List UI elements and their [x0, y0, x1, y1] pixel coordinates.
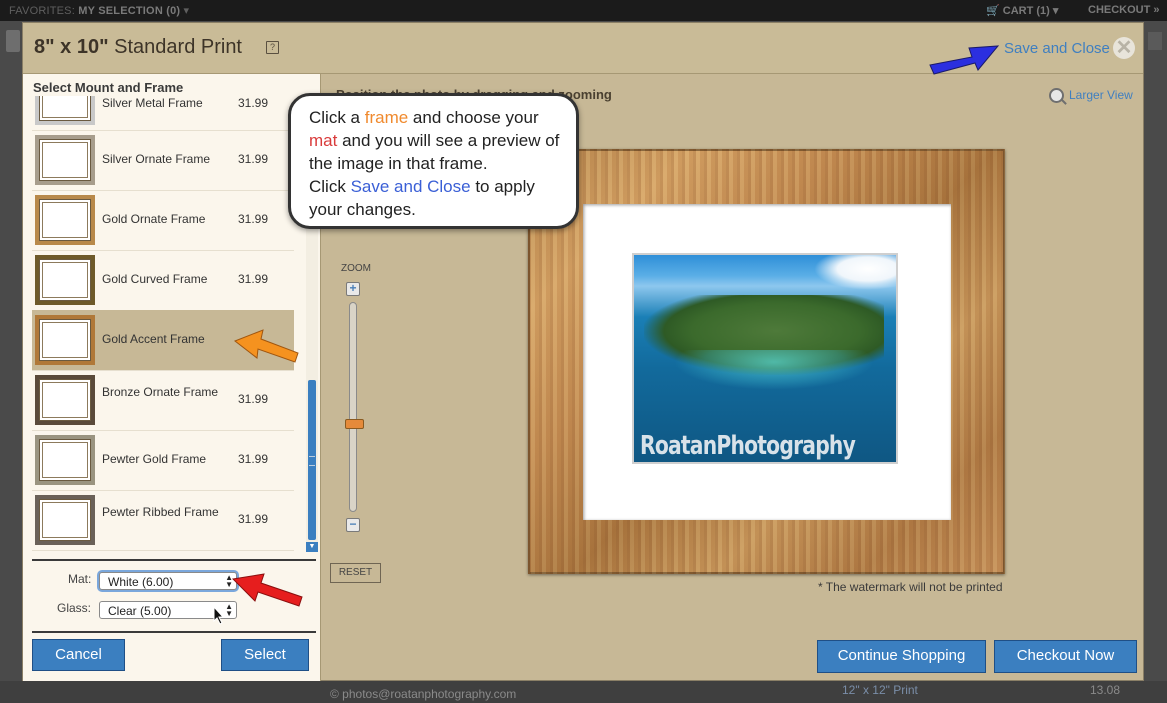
scrollbar-thumb[interactable]: [308, 380, 316, 540]
frame-row-silver-metal[interactable]: Silver Metal Frame 31.99: [32, 96, 294, 131]
frame-thumbnail: [35, 135, 95, 185]
reef-shape: [674, 350, 874, 390]
site-footer: © photos@roatanphotography.com 12" x 12"…: [0, 681, 1167, 703]
callout-text: and you will see a preview of the image …: [309, 131, 560, 173]
frame-price: 31.99: [238, 212, 269, 226]
red-arrow-icon: [231, 573, 303, 607]
callout-frame-word: frame: [364, 108, 409, 127]
frame-name: Gold Curved Frame: [102, 272, 208, 286]
zoom-in-icon[interactable]: +: [346, 282, 360, 296]
print-size: 8" x 10": [34, 36, 109, 58]
cart-link[interactable]: 🛒 CART (1) ▾: [986, 4, 1058, 17]
frame-price: 31.99: [238, 452, 269, 466]
checkout-link[interactable]: CHECKOUT »: [1088, 4, 1160, 16]
callout-text: Click a: [309, 108, 365, 127]
frame-thumbnail: [35, 495, 95, 545]
watermark-text: RoatanPhotography: [640, 431, 856, 461]
frame-thumbnail: [35, 375, 95, 425]
footer-email[interactable]: © photos@roatanphotography.com: [330, 687, 516, 701]
scroll-down-icon[interactable]: ▼: [306, 542, 318, 552]
frame-row-gold-ornate[interactable]: Gold Ornate Frame 31.99: [32, 190, 294, 251]
frame-price: 31.99: [238, 152, 269, 166]
close-icon[interactable]: ✕: [1113, 37, 1135, 59]
checkout-now-button[interactable]: Checkout Now: [994, 640, 1137, 673]
side-tab-icon: [1148, 32, 1162, 50]
zoom-slider-handle[interactable]: [345, 419, 364, 429]
frame-price: 31.99: [238, 272, 269, 286]
zoom-slider-track[interactable]: [349, 302, 357, 512]
favorites-nav[interactable]: FAVORITES: MY SELECTION (0) ▾: [9, 4, 189, 17]
glass-label: Glass:: [57, 601, 92, 615]
reset-button[interactable]: RESET: [330, 563, 381, 583]
frame-thumbnail: [35, 435, 95, 485]
frame-thumbnail: [35, 195, 95, 245]
modal-title: 8" x 10" Standard Print: [34, 36, 242, 59]
cancel-button[interactable]: Cancel: [32, 639, 125, 671]
frame-thumbnail: [35, 315, 95, 365]
frame-row-gold-curved[interactable]: Gold Curved Frame 31.99: [32, 250, 294, 311]
frame-row-silver-ornate[interactable]: Silver Ornate Frame 31.99: [32, 130, 294, 191]
zoom-label: ZOOM: [341, 263, 371, 274]
site-logo-icon: [6, 30, 20, 52]
divider: [32, 631, 316, 633]
blue-arrow-icon: [929, 45, 1000, 75]
frame-selection-modal: 8" x 10" Standard Print ? Save and Close…: [22, 22, 1144, 681]
favorites-label: FAVORITES:: [9, 5, 75, 17]
help-icon[interactable]: ?: [266, 41, 279, 54]
select-button[interactable]: Select: [221, 639, 309, 671]
frame-thumbnail: [35, 96, 95, 125]
frame-price: 31.99: [238, 512, 269, 526]
frame-name: Gold Accent Frame: [102, 332, 205, 346]
callout-mat-word: mat: [309, 131, 338, 150]
footer-print-label[interactable]: 12" x 12" Print: [842, 683, 918, 697]
print-type: Standard Print: [114, 36, 242, 58]
frame-list[interactable]: Silver Metal Frame 31.99 Silver Ornate F…: [23, 96, 306, 552]
cart-label: CART (1): [1002, 5, 1050, 17]
callout-text: and choose your: [408, 108, 539, 127]
site-topbar: FAVORITES: MY SELECTION (0) ▾ 🛒 CART (1)…: [0, 0, 1167, 21]
framed-print-preview[interactable]: RoatanPhotography: [528, 149, 1005, 574]
watermark-note: * The watermark will not be printed: [818, 580, 1003, 594]
frame-row-pewter-ribbed[interactable]: Pewter Ribbed Frame 31.99: [32, 490, 294, 551]
frame-price: 31.99: [238, 96, 269, 110]
frame-name: Silver Metal Frame: [102, 96, 203, 110]
frame-price: 31.99: [238, 392, 269, 406]
frame-name: Gold Ornate Frame: [102, 212, 206, 226]
orange-arrow-icon: [233, 329, 299, 363]
cloud-shape: [814, 255, 896, 290]
callout-save-close-word: Save and Close: [350, 177, 471, 196]
mat-label: Mat:: [68, 572, 92, 586]
instruction-callout: Click a frame and choose your mat and yo…: [288, 93, 579, 229]
my-selection-link[interactable]: MY SELECTION (0): [78, 5, 180, 17]
divider: [32, 559, 316, 561]
callout-text: Click: [309, 177, 351, 196]
panel-title: Select Mount and Frame: [33, 80, 184, 95]
zoom-out-icon[interactable]: −: [346, 518, 360, 532]
frame-name: Silver Ornate Frame: [102, 152, 211, 166]
frame-row-pewter-gold[interactable]: Pewter Gold Frame 31.99: [32, 430, 294, 491]
frame-thumbnail: [35, 255, 95, 305]
photo-preview[interactable]: RoatanPhotography: [632, 253, 898, 464]
mat-value: White (6.00): [108, 575, 174, 589]
mouse-cursor-icon: [213, 606, 225, 625]
glass-value: Clear (5.00): [108, 604, 172, 618]
frame-row-bronze-ornate[interactable]: Bronze Ornate Frame 31.99: [32, 370, 294, 431]
larger-view-link[interactable]: Larger View: [1069, 88, 1133, 102]
magnifier-icon[interactable]: [1049, 88, 1064, 103]
mat-select[interactable]: White (6.00) ▲ ▼: [99, 572, 237, 590]
footer-price: 13.08: [1090, 683, 1121, 697]
frame-name: Pewter Gold Frame: [102, 452, 207, 466]
continue-shopping-button[interactable]: Continue Shopping: [817, 640, 986, 673]
frame-name: Bronze Ornate Frame: [102, 385, 219, 399]
frame-name: Pewter Ribbed Frame: [102, 505, 219, 519]
save-and-close-link[interactable]: Save and Close: [1004, 40, 1110, 57]
